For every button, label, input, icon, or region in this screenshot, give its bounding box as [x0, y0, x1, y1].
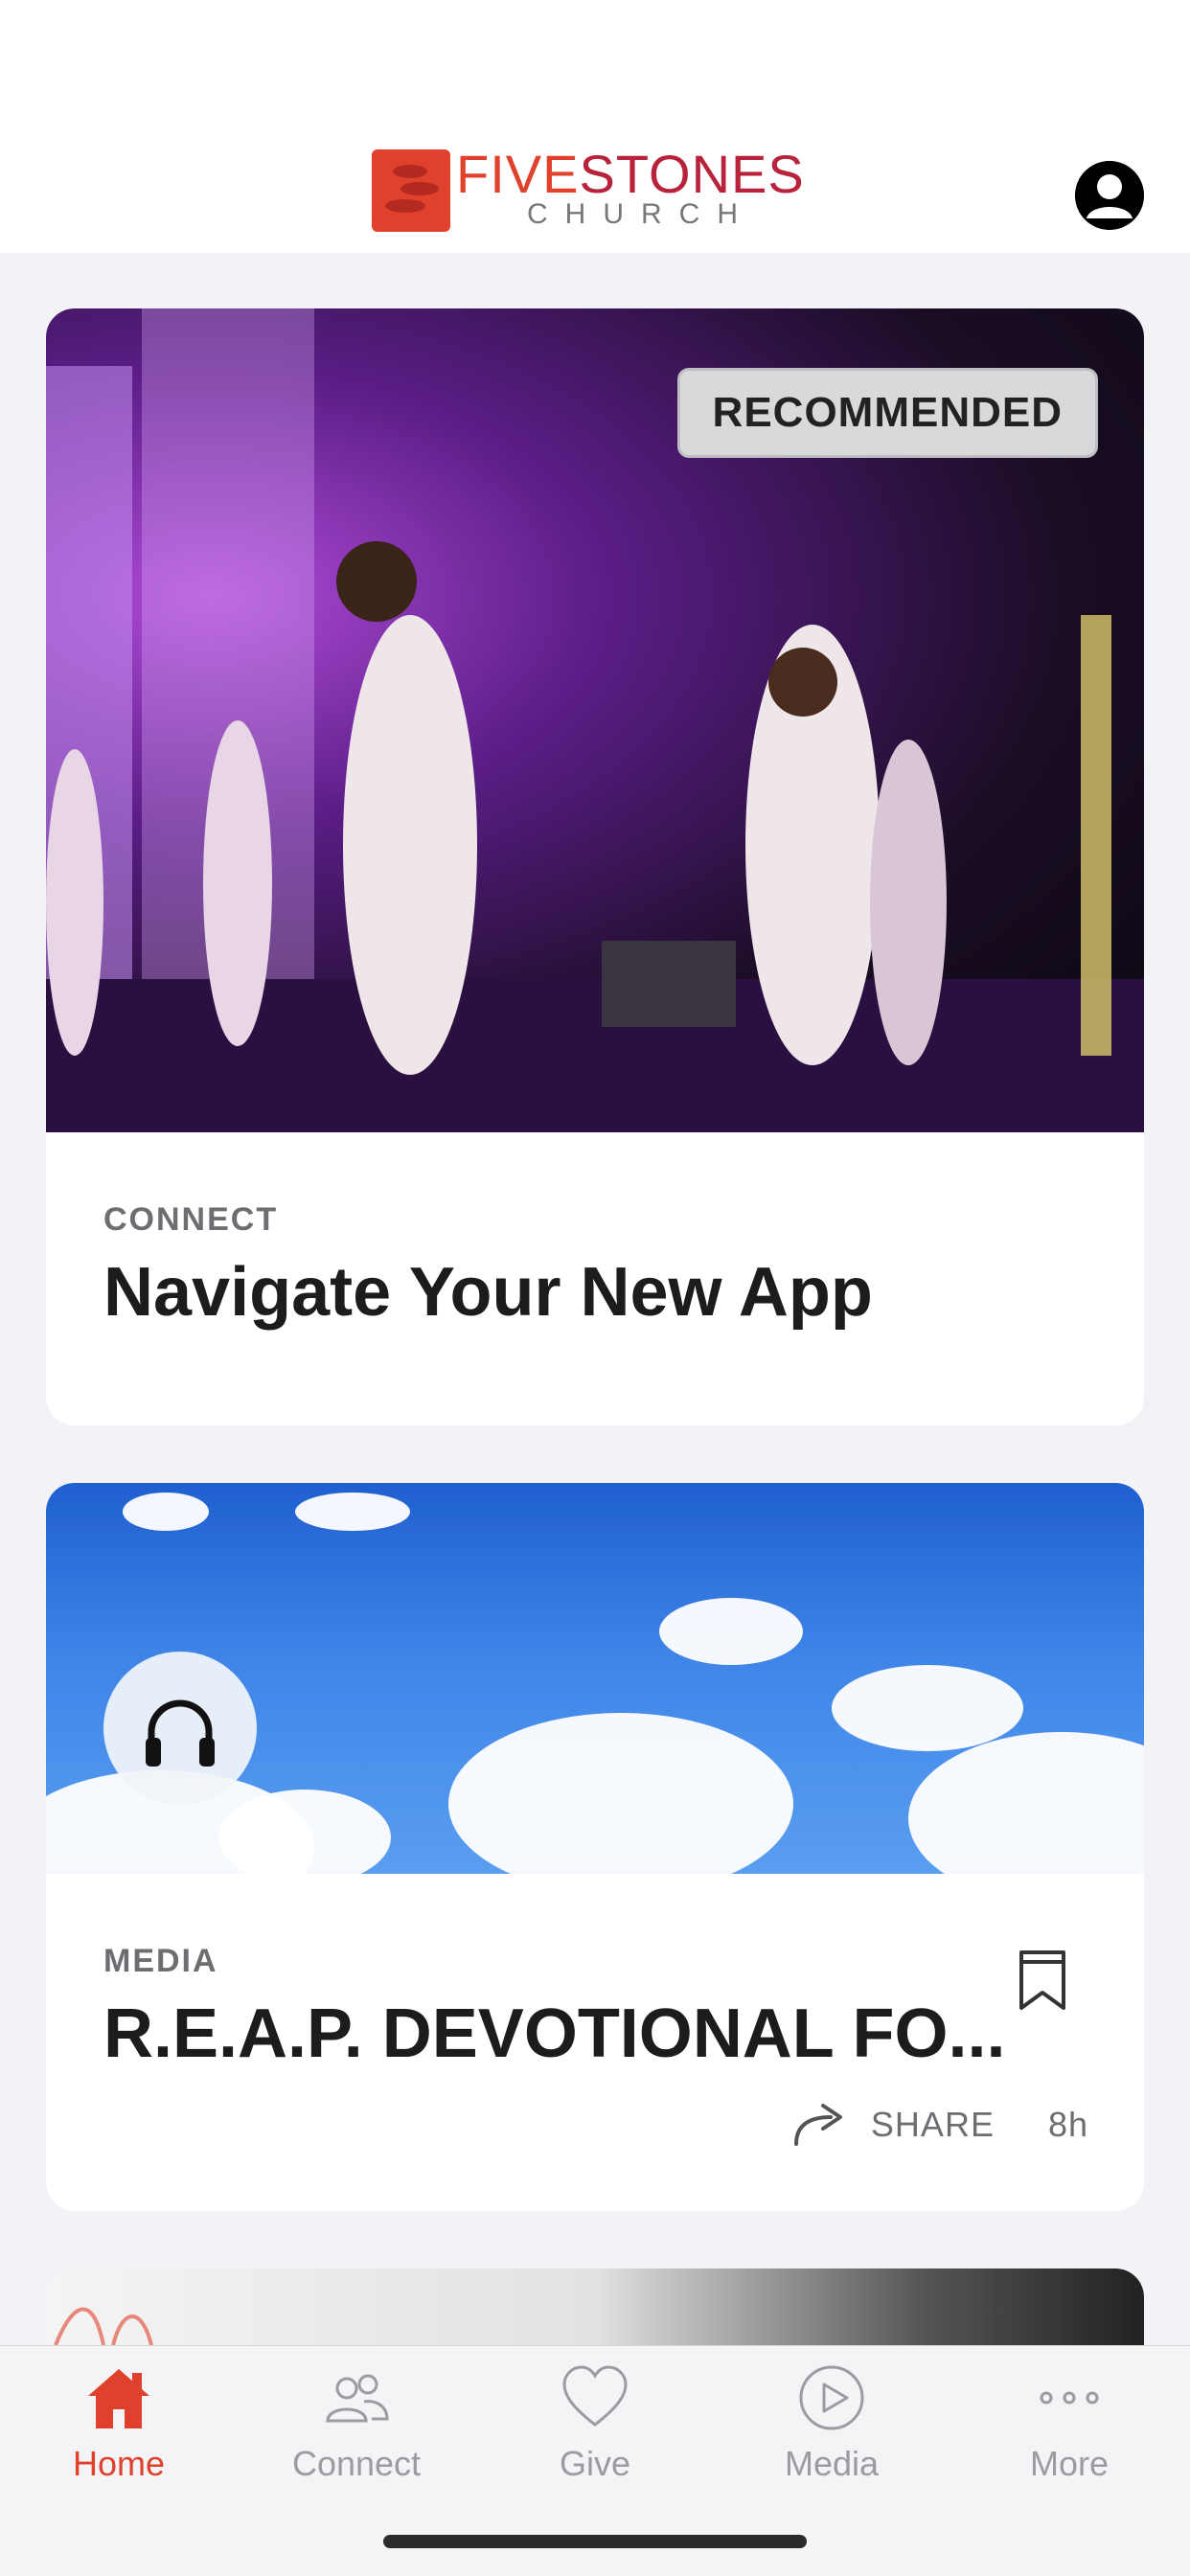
- tab-media[interactable]: Media: [736, 2363, 927, 2507]
- home-icon: [88, 2369, 149, 2428]
- play-circle-icon: [799, 2365, 864, 2430]
- profile-button[interactable]: [1075, 161, 1144, 230]
- recommended-badge: RECOMMENDED: [676, 368, 1098, 458]
- share-arrow-icon[interactable]: [792, 2102, 850, 2148]
- card-actions: SHARE 8h: [792, 2096, 1088, 2154]
- tab-label: Connect: [291, 2444, 422, 2483]
- tab-label: Give: [559, 2444, 631, 2483]
- tab-connect[interactable]: Connect: [261, 2363, 452, 2507]
- logo-subtitle: CHURCH: [527, 198, 755, 230]
- bookmark-icon: [1019, 1950, 1065, 2010]
- tab-give[interactable]: Give: [499, 2363, 691, 2507]
- audio-button[interactable]: [103, 1652, 257, 1805]
- home-indicator[interactable]: [383, 2535, 807, 2548]
- more-dots-icon: [1040, 2391, 1099, 2405]
- headphones-icon: [146, 1699, 215, 1767]
- stones-logo-icon: [372, 149, 450, 232]
- card-category: MEDIA: [103, 1943, 218, 1979]
- tab-label: Home: [72, 2444, 166, 2483]
- timestamp: 8h: [1047, 2105, 1088, 2144]
- worship-photo: RECOMMENDED: [46, 308, 1144, 1132]
- logo-wordmark: FIVESTONES: [456, 144, 805, 204]
- church-logo[interactable]: FIVESTONES CHURCH: [372, 144, 820, 232]
- feed-card[interactable]: MEDIA R.E.A.P. DEVOTIONAL FO... SHARE 8h: [46, 1483, 1144, 2211]
- bookmark-button[interactable]: [1016, 1949, 1069, 2012]
- heart-icon: [562, 2365, 628, 2427]
- share-button[interactable]: SHARE: [871, 2105, 995, 2145]
- feed-card[interactable]: RECOMMENDED CONNECT Navigate Your New Ap…: [46, 308, 1144, 1425]
- sky-photo: [46, 1483, 1144, 1874]
- person-circle-icon: [1075, 161, 1144, 230]
- tab-label: More: [1029, 2444, 1110, 2483]
- card-title[interactable]: R.E.A.P. DEVOTIONAL FO...: [103, 1995, 1023, 2073]
- tab-more[interactable]: More: [973, 2363, 1165, 2507]
- tab-label: Media: [784, 2444, 880, 2483]
- card-category: CONNECT: [103, 1201, 279, 1238]
- app-header: FIVESTONES CHURCH: [0, 0, 1190, 253]
- tab-home[interactable]: Home: [23, 2363, 215, 2507]
- card-title[interactable]: Navigate Your New App: [103, 1253, 1090, 1332]
- people-icon: [326, 2374, 389, 2423]
